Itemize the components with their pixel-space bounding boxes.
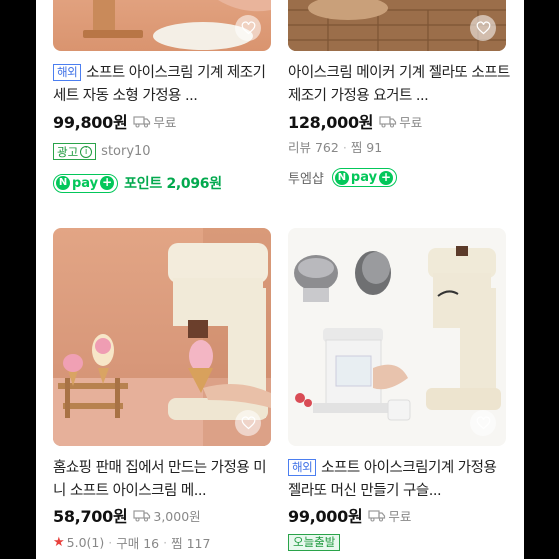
truck-icon — [368, 509, 386, 522]
npay-badge: Npay + — [331, 168, 398, 187]
price: 128,000원 — [288, 113, 374, 132]
heart-icon — [476, 20, 490, 34]
favorite-button[interactable] — [235, 410, 261, 436]
npay-row: Npay + 포인트 2,096원 — [53, 173, 222, 193]
info-icon: i — [80, 145, 93, 158]
naver-n-icon: N — [56, 176, 70, 190]
star-icon: ★ — [53, 535, 65, 550]
heart-icon — [476, 415, 490, 429]
heart-icon — [241, 20, 255, 34]
truck-icon — [133, 115, 151, 128]
today-shipping-badge: 오늘출발 — [288, 534, 341, 551]
favorite-button[interactable] — [470, 410, 496, 436]
truck-icon — [379, 115, 397, 128]
price-row: 99,000원 무료 — [288, 504, 411, 526]
product-title[interactable]: 해외 소프트 아이스크림 기계 제조기 세트 자동 소형 가정용 ... — [53, 62, 277, 108]
npay-badge: Npay + — [53, 173, 119, 193]
rating-row: ★ 5.0(1) · 구매 16 · 찜 117 — [53, 535, 211, 551]
foreign-badge: 해외 — [288, 459, 317, 476]
truck-icon — [133, 509, 151, 522]
rating-value[interactable]: 5.0(1) — [67, 535, 105, 550]
point-text: 포인트 2,096원 — [124, 176, 222, 192]
price-row: 128,000원 무료 — [288, 110, 422, 132]
shipping-info: 3,000원 — [133, 506, 201, 525]
heart-icon — [241, 415, 255, 429]
product-title[interactable]: 해외 소프트 아이스크림기계 가정용 젤라또 머신 만들기 구슬... — [288, 457, 512, 503]
favorite-button[interactable] — [470, 15, 496, 41]
favorite-button[interactable] — [235, 15, 261, 41]
product-image[interactable] — [288, 228, 506, 446]
plus-icon: + — [100, 175, 115, 190]
price: 58,700원 — [53, 507, 128, 526]
seller-name[interactable]: story10 — [101, 144, 150, 159]
shop-row: 투엠샵 Npay + — [288, 168, 398, 187]
price-row: 58,700원 3,000원 — [53, 504, 201, 526]
shipping-info: 무료 — [379, 112, 422, 131]
product-image[interactable] — [288, 0, 506, 51]
product-title[interactable]: 홈쇼핑 판매 집에서 만드는 가정용 미니 소프트 아이스크림 메... — [53, 457, 277, 503]
shipping-info: 무료 — [133, 112, 176, 131]
product-grid: 해외 소프트 아이스크림 기계 제조기 세트 자동 소형 가정용 ... 99,8… — [36, 0, 524, 559]
price: 99,800원 — [53, 113, 128, 132]
shop-name[interactable]: 투엠샵 — [288, 168, 324, 187]
review-row: 리뷰 762 · 찜 91 — [288, 140, 383, 155]
naver-n-icon: N — [334, 170, 349, 185]
ad-row: 광고 i story10 — [53, 143, 151, 160]
purchase-count: 구매 16 — [116, 536, 160, 551]
ad-badge[interactable]: 광고 i — [53, 143, 97, 160]
zzim-count: 찜 117 — [171, 536, 211, 551]
product-image[interactable] — [53, 0, 271, 51]
review-count[interactable]: 리뷰 762 — [288, 140, 339, 155]
zzim-count: 찜 91 — [350, 140, 383, 155]
product-title[interactable]: 아이스크림 메이커 기계 젤라또 소프트 제조기 가정용 요거트 ... — [288, 62, 512, 108]
price: 99,000원 — [288, 507, 363, 526]
price-row: 99,800원 무료 — [53, 110, 176, 132]
shipping-info: 무료 — [368, 506, 411, 525]
product-image[interactable] — [53, 228, 271, 446]
foreign-badge: 해외 — [53, 64, 82, 81]
plus-icon: + — [379, 169, 394, 185]
